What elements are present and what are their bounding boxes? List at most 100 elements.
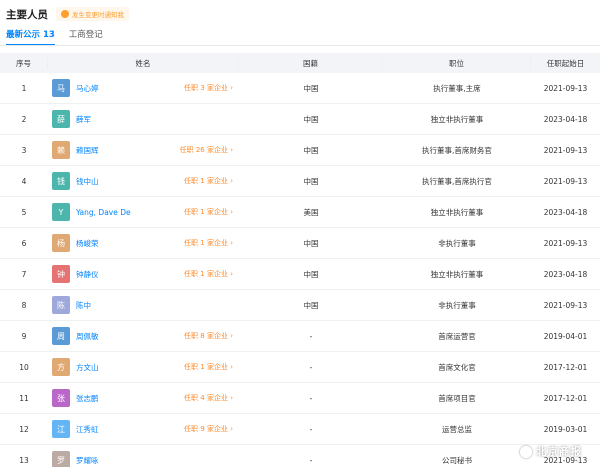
person-name-link[interactable]: 张志鹏	[76, 393, 99, 404]
affiliated-companies-link[interactable]: 任职 26 家企业 ›	[180, 145, 233, 155]
person-name-link[interactable]: 陈中	[76, 300, 91, 311]
change-notice-label: 发生变更时通知我	[72, 11, 124, 19]
avatar: 马	[52, 79, 70, 97]
nationality-cell: 中国	[303, 83, 319, 93]
table-row: 2 薛薛军 中国 独立非执行董事 2023-04-18	[0, 104, 600, 135]
nationality-cell: -	[309, 331, 313, 341]
avatar: 方	[52, 358, 70, 376]
affiliated-companies-label: 任职 1 家企业	[184, 270, 228, 278]
affiliated-companies-label: 任职 26 家企业	[179, 146, 228, 154]
table-header: 序号 姓名 国籍 职位 任职起始日	[0, 53, 600, 73]
affiliated-companies-label: 任职 8 家企业	[184, 332, 228, 340]
position-cell: 首席项目官	[438, 393, 476, 403]
nationality-cell: 中国	[303, 114, 319, 124]
position-cell: 非执行董事	[438, 238, 476, 248]
row-index: 6	[21, 238, 27, 248]
header-name: 姓名	[48, 57, 239, 69]
row-index: 3	[21, 145, 27, 155]
affiliated-companies-link[interactable]: 任职 9 家企业 ›	[184, 424, 233, 434]
person-name-link[interactable]: 江秀虹	[76, 424, 99, 435]
nationality-cell: 中国	[303, 176, 319, 186]
name-cell: 陈陈中	[48, 296, 239, 314]
affiliated-companies-label: 任职 1 家企业	[184, 363, 228, 371]
person-name-link[interactable]: 杨峻荣	[76, 238, 99, 249]
name-cell: 江江秀虹 任职 9 家企业 ›	[48, 420, 239, 438]
table-body: 1 马马心婷 任职 3 家企业 › 中国 执行董事,主席 2021-09-13 2 薛薛军 中国…	[0, 73, 600, 467]
nationality-cell: -	[309, 362, 313, 372]
affiliated-companies-link[interactable]: 任职 1 家企业 ›	[184, 207, 233, 217]
position-cell: 执行董事,主席	[433, 83, 481, 93]
person-name-link[interactable]: 钟静仪	[76, 269, 99, 280]
affiliated-companies-link[interactable]: 任职 1 家企业 ›	[184, 238, 233, 248]
position-cell: 独立非执行董事	[430, 269, 484, 279]
person-name-link[interactable]: 周佩敏	[76, 331, 99, 342]
start-date-cell: 2021-09-13	[543, 300, 588, 310]
row-index: 1	[21, 83, 27, 93]
position-cell: 独立非执行董事	[430, 207, 484, 217]
name-cell: 钱钱中山 任职 1 家企业 ›	[48, 172, 239, 190]
chevron-right-icon: ›	[230, 270, 233, 278]
tab-latest[interactable]: 最新公示 13	[6, 28, 55, 46]
affiliated-companies-label: 任职 9 家企业	[184, 425, 228, 433]
row-index: 10	[19, 362, 29, 372]
start-date-cell: 2021-09-13	[543, 176, 588, 186]
avatar: 薛	[52, 110, 70, 128]
row-index: 4	[21, 176, 27, 186]
affiliated-companies-label: 任职 1 家企业	[184, 239, 228, 247]
person-name-link[interactable]: 罗耀咏	[76, 455, 99, 466]
person-name-link[interactable]: 马心婷	[76, 83, 99, 94]
name-cell: 罗罗耀咏	[48, 451, 239, 467]
header-start-date: 任职起始日	[546, 58, 585, 68]
position-cell: 执行董事,首席执行官	[422, 176, 492, 186]
avatar: Y	[52, 203, 70, 221]
start-date-cell: 2023-04-18	[543, 269, 588, 279]
personnel-table: 序号 姓名 国籍 职位 任职起始日 1 马马心婷 任职 3 家企业 › 中国 执行董事,…	[0, 53, 600, 467]
start-date-cell: 2021-09-13	[543, 145, 588, 155]
person-name-link[interactable]: 薛军	[76, 114, 91, 125]
header-index: 序号	[0, 57, 48, 69]
chevron-right-icon: ›	[230, 363, 233, 371]
watermark: 北京商报	[520, 444, 582, 459]
avatar: 张	[52, 389, 70, 407]
row-index: 12	[19, 424, 29, 434]
chevron-right-icon: ›	[230, 208, 233, 216]
avatar: 周	[52, 327, 70, 345]
chevron-right-icon: ›	[230, 177, 233, 185]
nationality-cell: 中国	[303, 269, 319, 279]
chevron-right-icon: ›	[230, 146, 233, 154]
affiliated-companies-link[interactable]: 任职 1 家企业 ›	[184, 362, 233, 372]
affiliated-companies-link[interactable]: 任职 1 家企业 ›	[184, 176, 233, 186]
change-notice-button[interactable]: 发生变更时通知我	[56, 7, 129, 21]
affiliated-companies-link[interactable]: 任职 3 家企业 ›	[184, 83, 233, 93]
row-index: 5	[21, 207, 27, 217]
row-index: 11	[19, 393, 29, 403]
name-cell: 杨杨峻荣 任职 1 家企业 ›	[48, 234, 239, 252]
chevron-right-icon: ›	[230, 239, 233, 247]
person-name-link[interactable]: 钱中山	[76, 176, 99, 187]
start-date-cell: 2017-12-01	[543, 393, 588, 403]
nationality-cell: 中国	[303, 238, 319, 248]
position-cell: 执行董事,首席财务官	[422, 145, 492, 155]
position-cell: 首席文化官	[438, 362, 476, 372]
row-index: 13	[19, 455, 29, 465]
start-date-cell: 2017-12-01	[543, 362, 588, 372]
person-name-link[interactable]: 赖国辉	[76, 145, 99, 156]
chevron-right-icon: ›	[230, 394, 233, 402]
table-row: 12 江江秀虹 任职 9 家企业 › - 运营总监 2019-03-01	[0, 414, 600, 445]
person-name-link[interactable]: Yang, Dave De	[76, 208, 131, 217]
start-date-cell: 2019-03-01	[543, 424, 588, 434]
avatar: 罗	[52, 451, 70, 467]
start-date-cell: 2021-09-13	[543, 238, 588, 248]
affiliated-companies-link[interactable]: 任职 8 家企业 ›	[184, 331, 233, 341]
person-name-link[interactable]: 方文山	[76, 362, 99, 373]
affiliated-companies-label: 任职 4 家企业	[184, 394, 228, 402]
affiliated-companies-link[interactable]: 任职 1 家企业 ›	[184, 269, 233, 279]
name-cell: Y Yang, Dave De 任职 1 家企业 ›	[48, 203, 239, 221]
affiliated-companies-link[interactable]: 任职 4 家企业 ›	[184, 393, 233, 403]
table-row: 1 马马心婷 任职 3 家企业 › 中国 执行董事,主席 2021-09-13	[0, 73, 600, 104]
avatar: 钟	[52, 265, 70, 283]
tab-registration[interactable]: 工商登记	[69, 28, 103, 46]
position-cell: 公司秘书	[442, 455, 472, 465]
avatar: 陈	[52, 296, 70, 314]
row-index: 2	[21, 114, 27, 124]
